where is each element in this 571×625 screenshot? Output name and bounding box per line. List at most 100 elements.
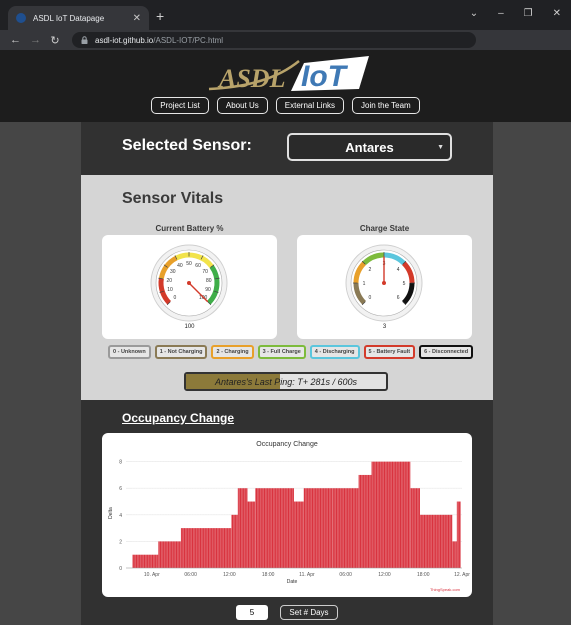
x-tick-label: 12:00 <box>223 572 236 578</box>
occupancy-chart: Occupancy Change 0 2 4 6 8 10. Apr 06:00 12:00 18… <box>108 441 470 592</box>
sensor-vitals-panel: Sensor Vitals Current Battery % 0 10 20 30 4… <box>81 175 493 400</box>
charge-gauge-title: Charge State <box>359 224 410 233</box>
close-icon[interactable]: ✕ <box>133 13 141 24</box>
charge-gauge: 0123456 <box>345 244 423 322</box>
gauge-tick-label: 0 <box>173 295 176 301</box>
nav-external-links[interactable]: External Links <box>275 97 345 114</box>
charge-gauge-card: 0123456 3 <box>297 235 472 339</box>
back-arrow-icon[interactable]: ← <box>10 34 21 46</box>
gauge-tick-label: 10 <box>167 287 173 293</box>
close-window-icon[interactable]: ✕ <box>553 8 561 19</box>
occupancy-title: Occupancy Change <box>122 411 235 425</box>
gauge-tick-label: 5 <box>403 281 406 287</box>
occupancy-chart-card: Occupancy Change 0 2 4 6 8 10. Apr 06:00 12:00 18… <box>102 433 472 597</box>
bar-segment <box>358 474 372 568</box>
chevron-down-icon: ▼ <box>437 144 444 151</box>
y-axis-label: Delta <box>108 507 114 519</box>
window-controls: ⌄ – ❐ ✕ <box>470 8 561 19</box>
legend-item: 0 - Unknown <box>108 345 151 359</box>
y-tick-label: 6 <box>119 486 122 492</box>
browser-tab[interactable]: ASDL IoT Datapage ✕ <box>8 6 149 30</box>
bar-segment <box>420 514 453 568</box>
browser-toolbar: ← → ↻ asdl-iot.github.io/ASDL-IOT/PC.htm… <box>0 30 571 50</box>
gauge-tick-label: 60 <box>195 263 201 269</box>
new-tab-icon[interactable]: + <box>156 9 164 23</box>
nav-join-the-team[interactable]: Join the Team <box>352 97 420 114</box>
chart-title: Occupancy Change <box>256 441 318 448</box>
gauge-tick-label: 6 <box>397 295 400 301</box>
battery-readout: 100 <box>184 324 195 330</box>
main-nav: Project List About Us External Links Joi… <box>0 97 571 114</box>
gauge-tick-label: 20 <box>166 278 172 284</box>
days-input[interactable]: 5 <box>236 605 268 620</box>
gauge-tick-label: 2 <box>368 267 371 273</box>
gauge-hub <box>187 281 191 285</box>
chevron-down-icon[interactable]: ⌄ <box>470 8 478 19</box>
sensor-selected-value: Antares <box>345 139 394 155</box>
gauge-tick-label: 0 <box>368 295 371 301</box>
legend-item: 5 - Battery Fault <box>363 345 416 359</box>
x-tick-label: 12. Apr <box>454 572 470 578</box>
vitals-title: Sensor Vitals <box>122 190 224 207</box>
favicon-icon <box>16 13 26 23</box>
gauge-tick-label: 80 <box>206 278 212 284</box>
nav-about-us[interactable]: About Us <box>216 97 268 114</box>
browser-tab-strip: ASDL IoT Datapage ✕ + ⌄ – ❐ ✕ <box>0 0 571 30</box>
chart-credit[interactable]: ThingSpeak.com <box>430 587 461 592</box>
y-tick-label: 4 <box>119 513 122 519</box>
sensor-dropdown[interactable]: Antares ▼ <box>287 133 452 161</box>
site-header: ASDL IoT Project List About Us External … <box>0 50 571 122</box>
x-tick-label: 12:00 <box>378 572 391 578</box>
svg-text:IoT: IoT <box>301 60 349 93</box>
minimize-icon[interactable]: – <box>498 8 504 19</box>
reload-icon[interactable]: ↻ <box>50 34 60 47</box>
battery-gauge-card: 0 10 20 30 40 50 60 70 80 90 100 100 <box>102 235 277 339</box>
legend-item: 6 - Disconnected <box>419 345 474 359</box>
gauge-tick-label: 50 <box>186 261 192 267</box>
charge-readout: 3 <box>382 324 387 330</box>
battery-gauge: 010203040 50 60708090100 <box>150 244 228 322</box>
legend-item: 2 - Charging <box>211 345 254 359</box>
x-tick-label: 11. Apr <box>299 572 315 578</box>
bar-segment <box>255 488 294 568</box>
gauge-tick-label: 90 <box>205 287 211 293</box>
forward-arrow-icon[interactable]: → <box>30 34 41 46</box>
gauge-tick-label: 70 <box>202 269 208 275</box>
gauge-tick-label: 40 <box>177 263 183 269</box>
url-text: asdl-iot.github.io/ASDL-IOT/PC.html <box>95 35 224 45</box>
asdl-iot-logo: ASDL IoT <box>208 56 369 93</box>
x-tick-label: 06:00 <box>184 572 197 578</box>
gauge-tick-label: 1 <box>363 281 366 287</box>
gauge-tick-label: 30 <box>170 269 176 275</box>
y-tick-label: 8 <box>119 460 122 466</box>
y-tick-label: 0 <box>119 566 122 572</box>
gauge-tick-label: 4 <box>397 267 400 273</box>
gauge-hub <box>382 281 386 285</box>
bar-segment <box>410 488 420 568</box>
x-axis-label: Date <box>287 579 298 585</box>
bar-segment <box>452 541 457 568</box>
legend-item: 1 - Not Charging <box>154 345 208 359</box>
sensor-selector-bar: Selected Sensor: Antares ▼ <box>81 122 493 175</box>
bar-segment <box>158 541 181 568</box>
sensor-label: Selected Sensor: <box>122 137 252 154</box>
last-ping-bar: Antares's Last Ping: T+ 281s / 600s <box>184 372 388 391</box>
svg-text:ASDL: ASDL <box>217 64 285 93</box>
main-content: Selected Sensor: Antares ▼ Sensor Vitals… <box>81 122 493 625</box>
address-bar[interactable]: asdl-iot.github.io/ASDL-IOT/PC.html <box>72 32 476 48</box>
tab-title: ASDL IoT Datapage <box>33 13 105 23</box>
ping-text: Antares's Last Ping: T+ 281s / 600s <box>214 377 358 387</box>
restore-icon[interactable]: ❐ <box>524 8 533 19</box>
nav-project-list[interactable]: Project List <box>151 97 209 114</box>
battery-gauge-title: Current Battery % <box>155 224 224 233</box>
charge-state-legend: 0 - Unknown 1 - Not Charging 2 - Charging 3… <box>108 345 474 359</box>
set-days-button[interactable]: Set # Days <box>280 605 338 620</box>
legend-item: 4 - Discharging <box>309 345 360 359</box>
x-tick-label: 18:00 <box>262 572 275 578</box>
bar-segment <box>231 514 238 568</box>
lock-icon <box>81 36 88 44</box>
x-tick-label: 06:00 <box>339 572 352 578</box>
legend-item: 3 - Full Charge <box>257 345 306 359</box>
x-tick-label: 10. Apr <box>144 572 160 578</box>
x-tick-label: 18:00 <box>417 572 430 578</box>
